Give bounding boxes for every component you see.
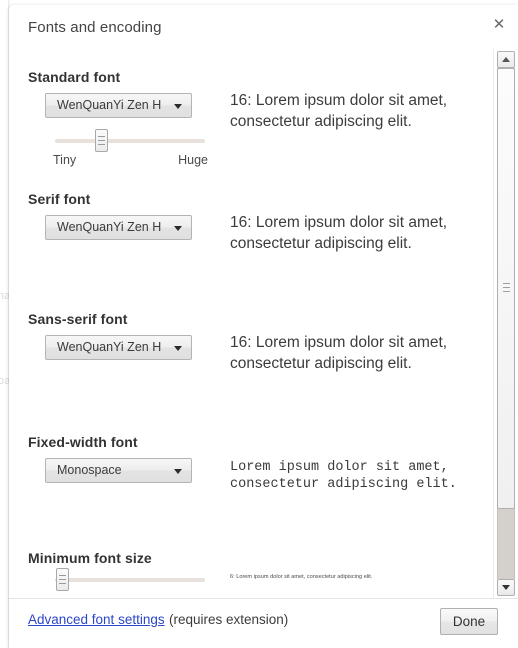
standard-font-preview-text: 16: Lorem ipsum dolor sit amet, consecte… bbox=[230, 92, 448, 130]
serif-font-dropdown[interactable]: WenQuanYi Zen H bbox=[45, 215, 192, 240]
standard-font-dropdown[interactable]: WenQuanYi Zen H bbox=[45, 93, 192, 118]
dialog-footer: Advanced font settings (requires extensi… bbox=[9, 598, 518, 648]
sans-serif-font-dropdown-value: WenQuanYi Zen H bbox=[57, 340, 162, 354]
close-icon[interactable]: ✕ bbox=[488, 13, 510, 35]
section-title-sans-serif-font: Sans-serif font bbox=[28, 311, 128, 327]
section-title-fixed-width-font: Fixed-width font bbox=[28, 434, 138, 450]
standard-font-dropdown-value: WenQuanYi Zen H bbox=[57, 98, 162, 112]
chevron-down-icon bbox=[174, 104, 182, 109]
fixed-width-font-dropdown-value: Monospace bbox=[57, 463, 122, 477]
scroll-up-button[interactable] bbox=[497, 51, 515, 68]
section-title-serif-font: Serif font bbox=[28, 191, 91, 207]
serif-font-dropdown-value: WenQuanYi Zen H bbox=[57, 220, 162, 234]
sans-serif-font-preview-text: 16: Lorem ipsum dolor sit amet, consecte… bbox=[230, 334, 448, 372]
slider-min-label: Tiny bbox=[53, 153, 77, 167]
dialog-title: Fonts and encoding bbox=[28, 19, 162, 36]
slider-track bbox=[55, 578, 205, 582]
slider-track bbox=[55, 139, 205, 143]
chevron-down-icon bbox=[502, 585, 510, 590]
chevron-down-icon bbox=[174, 469, 182, 474]
fonts-and-encoding-dialog: Fonts and encoding ✕ Standard font WenQu… bbox=[9, 5, 518, 648]
requires-extension-note: (requires extension) bbox=[169, 612, 289, 627]
slider-thumb[interactable] bbox=[56, 568, 69, 591]
serif-font-preview-text: 16: Lorem ipsum dolor sit amet, consecte… bbox=[230, 214, 448, 252]
vertical-scrollbar[interactable] bbox=[493, 49, 518, 598]
section-title-standard-font: Standard font bbox=[28, 69, 121, 85]
scroll-down-button[interactable] bbox=[497, 579, 515, 596]
minimum-font-size-slider[interactable] bbox=[55, 568, 205, 591]
sans-serif-font-dropdown[interactable]: WenQuanYi Zen H bbox=[45, 335, 192, 360]
fixed-width-font-dropdown[interactable]: Monospace bbox=[45, 458, 192, 483]
chevron-up-icon bbox=[502, 57, 510, 62]
scrollbar-thumb[interactable] bbox=[497, 68, 515, 509]
chevron-down-icon bbox=[174, 346, 182, 351]
done-button[interactable]: Done bbox=[440, 608, 498, 635]
section-title-minimum-font-size: Minimum font size bbox=[28, 550, 152, 566]
settings-scroll-viewport: Standard font WenQuanYi Zen H 16: Lorem … bbox=[9, 49, 518, 598]
advanced-font-settings-link[interactable]: Advanced font settings bbox=[28, 612, 165, 627]
minimum-font-size-preview-text: 6: Lorem ipsum dolor sit amet, consectet… bbox=[230, 574, 373, 580]
dialog-titlebar: Fonts and encoding ✕ bbox=[9, 5, 518, 49]
standard-font-size-slider[interactable] bbox=[55, 129, 205, 152]
slider-max-label: Huge bbox=[178, 153, 208, 167]
fixed-width-font-preview-text: Lorem ipsum dolor sit amet, consectetur … bbox=[230, 460, 457, 492]
chevron-down-icon bbox=[174, 226, 182, 231]
settings-scroll-content: Standard font WenQuanYi Zen H 16: Lorem … bbox=[9, 49, 493, 598]
slider-thumb[interactable] bbox=[95, 129, 108, 152]
